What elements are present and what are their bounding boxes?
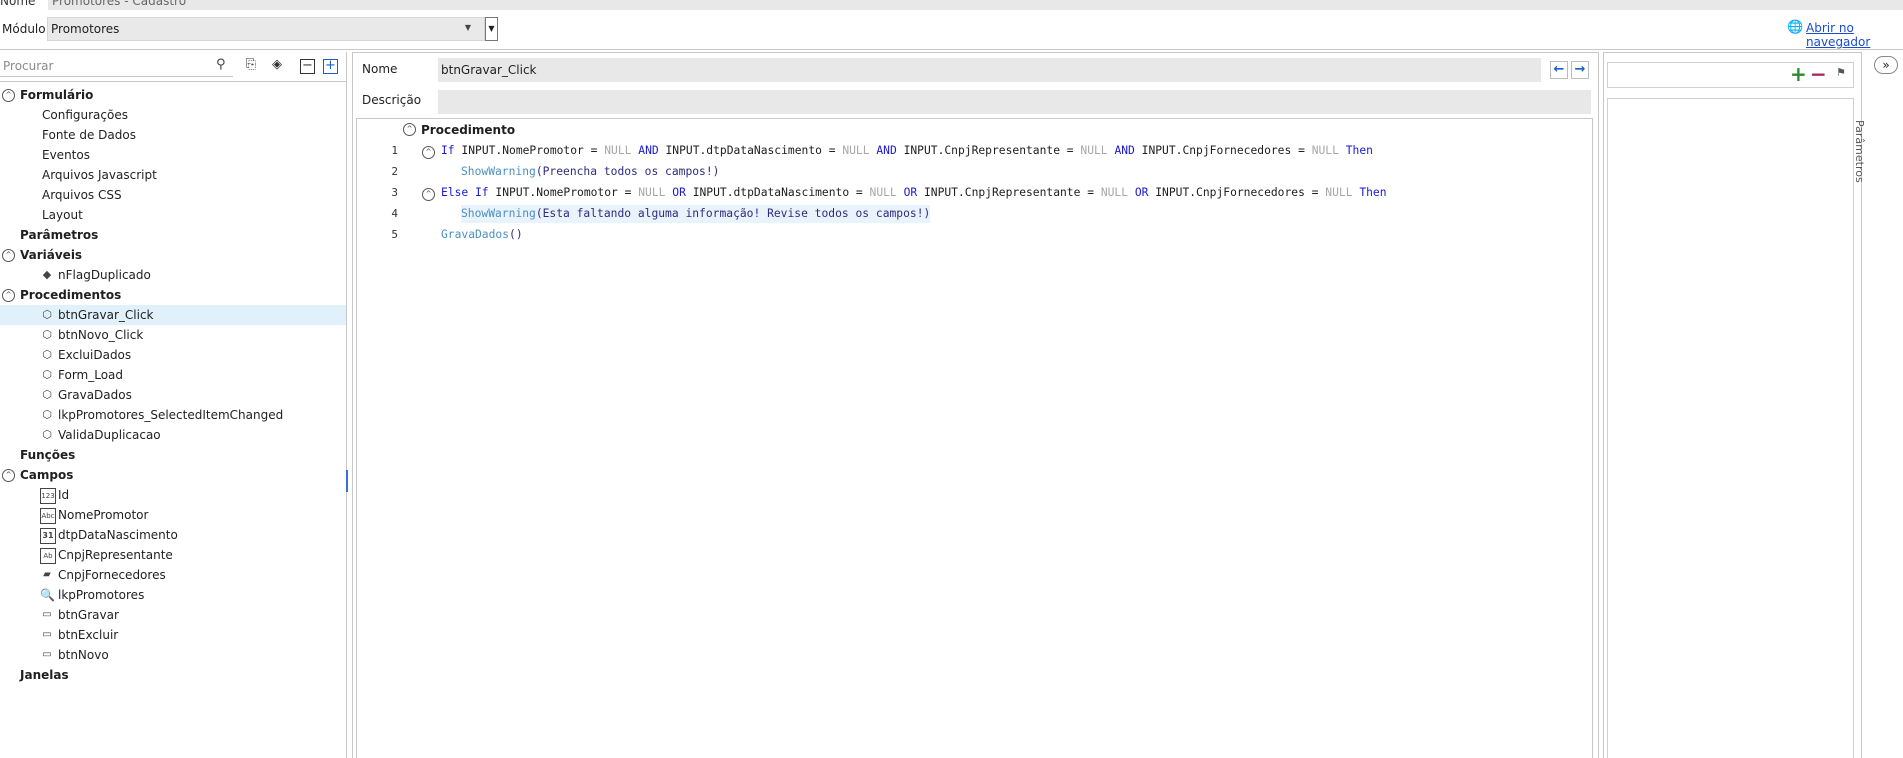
tree-item[interactable]: ▰ CnpjFornecedores <box>0 565 346 585</box>
button-icon: ▭ <box>42 609 52 620</box>
cube-icon: ⬡ <box>42 408 52 421</box>
top-name-field[interactable]: Promotores - Cadastro <box>48 0 1903 10</box>
tree-item[interactable]: ⬡ Form_Load <box>0 365 346 385</box>
fold-circle-icon[interactable]: ^ <box>422 146 435 159</box>
header-divider <box>0 49 1903 50</box>
line-number: 4 <box>391 207 398 220</box>
search-input[interactable] <box>0 55 233 77</box>
tree-item[interactable]: 123 Id <box>0 485 346 505</box>
procedure-name-label: Nome <box>362 62 398 76</box>
line-number: 5 <box>391 228 398 241</box>
lookup-icon: 🔍 <box>40 588 55 602</box>
module-select[interactable]: Promotores <box>47 17 485 41</box>
collapse-circle-icon[interactable]: ^ <box>2 469 15 482</box>
procedure-name-input[interactable]: btnGravar_Click <box>438 58 1541 82</box>
globe-icon: 🌐 <box>1787 20 1804 35</box>
search-divider <box>0 81 346 82</box>
collapse-all-icon[interactable]: − <box>300 59 315 74</box>
expand-all-icon[interactable]: + <box>323 59 338 74</box>
tree-item[interactable]: Abc NomePromotor <box>0 505 346 525</box>
search-icon[interactable]: ⚲ <box>216 57 226 72</box>
calendar-icon: 31 <box>40 528 56 544</box>
tree-item[interactable]: ▭ btnExcluir <box>0 625 346 645</box>
tree-section-janelas[interactable]: Janelas <box>0 665 346 685</box>
parameters-side-tab[interactable]: Parâmetros <box>1853 120 1866 183</box>
tree-section-campos[interactable]: ^ Campos <box>0 465 346 485</box>
minus-icon[interactable]: − <box>1810 62 1827 86</box>
tree-item[interactable]: ⬡ lkpPromotores_SelectedItemChanged <box>0 405 346 425</box>
forward-arrow-icon[interactable]: → <box>1571 61 1589 79</box>
cube-icon: ⬡ <box>42 348 52 361</box>
tree-item[interactable]: Ab CnpjRepresentante <box>0 545 346 565</box>
tree-item[interactable]: Fonte de Dados <box>0 125 346 145</box>
cube-icon: ⬡ <box>42 388 52 401</box>
stack-icon[interactable]: ◈ <box>268 56 286 74</box>
button-icon: ▭ <box>42 649 52 660</box>
parameters-list[interactable] <box>1607 98 1854 758</box>
new-item-icon[interactable]: ⎘ <box>242 56 260 74</box>
tree-item[interactable]: ⬡ ExcluiDados <box>0 345 346 365</box>
button-icon: ▭ <box>42 629 52 640</box>
cube-icon: ⬡ <box>42 368 52 381</box>
description-label: Descrição <box>362 93 422 107</box>
tree-item[interactable]: ⬡ GravaDados <box>0 385 346 405</box>
cube-icon: ⬡ <box>42 328 52 341</box>
code-line-1[interactable]: If INPUT.NomePromotor = NULL AND INPUT.d… <box>441 142 1373 160</box>
collapse-circle-icon[interactable]: ^ <box>2 249 15 262</box>
top-name-label: Nome <box>0 0 36 8</box>
collapse-circle-icon[interactable]: ^ <box>403 123 416 136</box>
tree-item[interactable]: ⬡ ValidaDuplicacao <box>0 425 346 445</box>
tree-section-variaveis[interactable]: ^ Variáveis <box>0 245 346 265</box>
pin-icon[interactable]: ⚑ <box>1836 66 1846 79</box>
tree-section-parametros[interactable]: Parâmetros <box>0 225 346 245</box>
cube-icon: ⬡ <box>42 308 52 321</box>
tree-item[interactable]: ◆ nFlagDuplicado <box>0 265 346 285</box>
code-line-2[interactable]: ShowWarning(Preencha todos os campos!) <box>461 163 719 181</box>
cube-icon: ⬡ <box>42 428 52 441</box>
panel-splitter[interactable] <box>346 470 348 492</box>
line-number: 3 <box>391 186 398 199</box>
tree-item[interactable]: Layout <box>0 205 346 225</box>
tree-item[interactable]: 🔍 lkpPromotores <box>0 585 346 605</box>
tree-section-funcoes[interactable]: Funções <box>0 445 346 465</box>
tree-item[interactable]: ▭ btnGravar <box>0 605 346 625</box>
open-in-browser-link[interactable]: Abrir no navegador <box>1806 21 1903 49</box>
collapse-circle-icon[interactable]: ^ <box>2 289 15 302</box>
tree-section-formulario[interactable]: ^ Formulário <box>0 85 346 105</box>
tree-section-procedimentos[interactable]: ^ Procedimentos <box>0 285 346 305</box>
variable-icon: ◆ <box>42 268 52 281</box>
line-number: 1 <box>391 144 398 157</box>
procedure-header: Procedimento <box>421 123 516 137</box>
tree-item[interactable]: ⬡ btnNovo_Click <box>0 325 346 345</box>
tree-item[interactable]: ▭ btnNovo <box>0 645 346 665</box>
module-dropdown-button[interactable]: ▼ <box>485 17 498 41</box>
tree-item-selected[interactable]: ⬡ btnGravar_Click <box>0 305 346 325</box>
double-chevron-right-icon[interactable]: » <box>1874 56 1898 74</box>
masked-field-icon: Ab <box>40 548 56 564</box>
plus-icon[interactable]: + <box>1790 62 1807 86</box>
tree-item[interactable]: Configurações <box>0 105 346 125</box>
tree-item[interactable]: Eventos <box>0 145 346 165</box>
module-label: Módulo <box>2 22 46 36</box>
description-input[interactable] <box>438 90 1591 114</box>
back-arrow-icon[interactable]: ← <box>1550 61 1568 79</box>
code-line-5[interactable]: GravaDados() <box>441 226 523 244</box>
text-field-icon: Abc <box>40 508 56 524</box>
tree-item[interactable]: Arquivos Javascript <box>0 165 346 185</box>
tag-icon: ▰ <box>43 569 51 580</box>
line-number: 2 <box>391 165 398 178</box>
chevron-down-icon: ▼ <box>464 23 472 32</box>
code-line-4[interactable]: ShowWarning(Esta faltando alguma informa… <box>461 205 931 223</box>
fold-circle-icon[interactable]: ^ <box>422 188 435 201</box>
tree-item[interactable]: Arquivos CSS <box>0 185 346 205</box>
tree-item[interactable]: 31 dtpDataNascimento <box>0 525 346 545</box>
code-line-3[interactable]: Else If INPUT.NomePromotor = NULL OR INP… <box>441 184 1387 202</box>
collapse-circle-icon[interactable]: ^ <box>2 89 15 102</box>
numeric-field-icon: 123 <box>40 488 56 504</box>
